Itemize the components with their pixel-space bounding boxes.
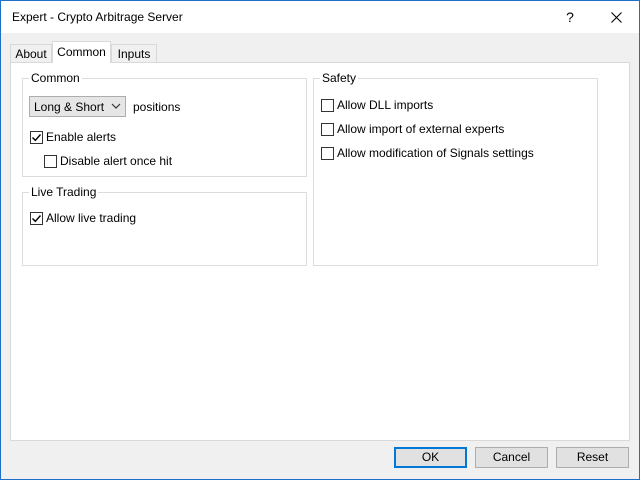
disable-alert-once-hit-label: Disable alert once hit [60, 154, 173, 168]
allow-dll-imports-checkbox[interactable] [321, 98, 334, 112]
allow-signals-modification-label: Allow modification of Signals settings [337, 146, 534, 160]
window-title: Expert - Crypto Arbitrage Server [12, 10, 183, 24]
help-icon: ? [566, 9, 574, 25]
allow-import-external-label: Allow import of external experts [337, 122, 505, 136]
tab-common[interactable]: Common [52, 41, 111, 63]
allow-signals-modification-row[interactable]: Allow modification of Signals settings [321, 146, 534, 160]
disable-alert-once-hit-row[interactable]: Disable alert once hit [44, 154, 172, 168]
close-icon [610, 11, 622, 23]
allow-live-trading-row[interactable]: Allow live trading [30, 211, 136, 225]
reset-button[interactable]: Reset [556, 447, 629, 468]
allow-live-trading-checkbox[interactable] [30, 211, 43, 225]
positions-select-value: Long & Short [34, 100, 105, 114]
common-group: Common Long & Short positions Enable ale… [22, 71, 307, 177]
close-button[interactable] [593, 1, 639, 33]
allow-import-external-row[interactable]: Allow import of external experts [321, 122, 504, 136]
live-trading-group-title: Live Trading [29, 185, 99, 199]
allow-signals-modification-checkbox[interactable] [321, 146, 334, 160]
chevron-down-icon [111, 103, 121, 109]
safety-group-title: Safety [320, 71, 359, 85]
title-bar[interactable]: Expert - Crypto Arbitrage Server ? [1, 1, 639, 33]
common-tab-panel: Common Long & Short positions Enable ale… [10, 62, 630, 441]
tab-inputs[interactable]: Inputs [111, 44, 157, 62]
tab-about[interactable]: About [10, 44, 52, 62]
allow-import-external-checkbox[interactable] [321, 122, 334, 136]
positions-select[interactable]: Long & Short [29, 96, 126, 117]
checkmark-icon [32, 214, 42, 222]
allow-live-trading-label: Allow live trading [46, 211, 137, 225]
safety-group: Safety Allow DLL imports Allow import of… [313, 71, 598, 266]
common-group-title: Common [29, 71, 82, 85]
disable-alert-once-hit-checkbox[interactable] [44, 154, 57, 168]
help-button[interactable]: ? [547, 1, 593, 33]
allow-dll-imports-label: Allow DLL imports [337, 98, 434, 112]
positions-label: positions [133, 100, 181, 114]
enable-alerts-row[interactable]: Enable alerts [30, 130, 116, 144]
enable-alerts-checkbox[interactable] [30, 130, 43, 144]
live-trading-group: Live Trading Allow live trading [22, 185, 307, 266]
cancel-button[interactable]: Cancel [475, 447, 548, 468]
allow-dll-imports-row[interactable]: Allow DLL imports [321, 98, 433, 112]
enable-alerts-label: Enable alerts [46, 130, 117, 144]
ok-button[interactable]: OK [394, 447, 467, 468]
checkmark-icon [32, 133, 42, 141]
expert-dialog: Expert - Crypto Arbitrage Server ? About… [0, 0, 640, 480]
